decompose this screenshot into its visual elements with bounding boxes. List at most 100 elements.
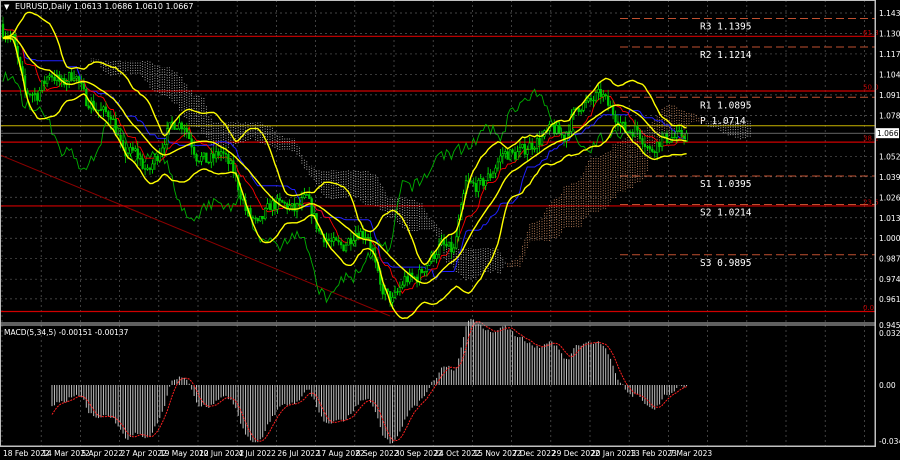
candle-body (533, 148, 536, 150)
candle-body (469, 180, 473, 183)
time-axis-label: 5 Apr 2022 (81, 449, 123, 458)
candle-body (217, 151, 220, 156)
candle-body (317, 228, 321, 232)
candle-body (224, 153, 228, 155)
candle-body (560, 133, 563, 136)
candle-body (290, 203, 294, 206)
candle-body (80, 82, 83, 85)
candle-body (479, 178, 482, 181)
candle-body (499, 155, 502, 163)
symbol-label: EURUSD,Daily (14, 2, 72, 11)
candle-body (633, 125, 637, 137)
collapse-triangle-icon[interactable]: ▼ (4, 3, 9, 11)
fib-level-label: 0.0 (863, 304, 874, 312)
pivot-name: S2 (700, 208, 717, 219)
pivot-value: 1.0895 (717, 100, 751, 111)
candle-body (45, 76, 49, 84)
candle-body (396, 291, 399, 293)
candle-body (577, 107, 580, 112)
open-value: 1.0613 (73, 2, 102, 11)
candle-body (678, 129, 681, 132)
candle-body (391, 297, 394, 303)
pivot-name: S1 (700, 179, 717, 190)
price-chart[interactable]: 1.1430 1.1300 1.1170 1.1040 1.0910 1.0780 1.05… (0, 0, 900, 460)
candle-body (129, 147, 132, 155)
candle-body (43, 80, 46, 84)
candle-body (185, 127, 188, 133)
macd-header: MACD(5,34,5) -0.00151 -0.00137 (4, 328, 128, 337)
price-axis-label: 1.1300 (879, 29, 900, 38)
chart-frame (0, 0, 876, 447)
candle-body (82, 83, 85, 90)
candle-body (423, 271, 426, 273)
candle-body (528, 142, 531, 150)
candle-body (682, 136, 686, 139)
candle-body (491, 172, 495, 178)
candle-body (109, 116, 112, 120)
candle-body (161, 147, 164, 155)
candle-body (629, 131, 632, 133)
candle-body (107, 111, 110, 117)
price-axis-label: 1.0000 (879, 234, 900, 243)
candle-body (447, 241, 451, 247)
candle-body (643, 143, 647, 147)
candle-body (112, 118, 115, 121)
candle-body (178, 122, 181, 130)
bollinger-middle-line (2, 35, 687, 285)
candle-body (406, 276, 409, 283)
candle-body (651, 148, 654, 152)
candle-body (200, 156, 203, 162)
candle-body (134, 148, 137, 151)
candle-body (327, 238, 331, 241)
candle-body (344, 244, 348, 252)
candle-body (626, 131, 629, 134)
candle-body (484, 180, 487, 186)
candle-body (526, 149, 529, 155)
candle-body (675, 131, 678, 138)
candle-body (450, 241, 453, 253)
candle-body (636, 125, 639, 131)
candle-body (455, 236, 458, 249)
candle-body (523, 144, 527, 155)
candle-body (511, 149, 514, 153)
candle-body (215, 151, 218, 159)
candle-body (646, 146, 649, 148)
time-axis-label: 7 Mar 2023 (669, 449, 712, 458)
candle-body (153, 155, 157, 165)
candle-body (538, 138, 541, 146)
pivot-name: S3 (700, 258, 717, 269)
low-value: 1.0610 (134, 2, 163, 11)
candle-body (553, 125, 556, 135)
pivot-name: R1 (700, 100, 717, 111)
candle-body (139, 158, 142, 160)
candle-body (33, 93, 37, 95)
candle-body (97, 109, 100, 112)
candle-body (75, 76, 78, 79)
candle-body (496, 161, 500, 169)
price-axis-label: 1.0910 (879, 91, 900, 100)
candle-body (668, 141, 671, 143)
time-axis-label: 26 Jul 2022 (277, 449, 320, 458)
candle-body (663, 132, 666, 137)
close-value: 1.0667 (165, 2, 194, 11)
candle-body (31, 94, 34, 96)
candle-body (308, 194, 311, 199)
candle-body (435, 254, 438, 259)
candle-body (486, 173, 490, 181)
candle-body (330, 240, 333, 242)
price-axis-label: 1.1430 (879, 9, 900, 18)
candle-body (339, 241, 343, 246)
candle-body (227, 154, 230, 164)
candle-body (205, 152, 208, 163)
candle-body (589, 97, 593, 101)
candle-body (170, 121, 174, 124)
candle-body (68, 72, 71, 82)
candle-body (673, 136, 676, 139)
candle-body (641, 138, 644, 145)
candle-body (256, 218, 259, 222)
current-price-label: 1.0667 (877, 129, 900, 138)
candle-body (303, 194, 306, 198)
candle-body (381, 284, 384, 295)
pivot-value: 1.1395 (717, 22, 751, 33)
candle-body (531, 142, 534, 150)
